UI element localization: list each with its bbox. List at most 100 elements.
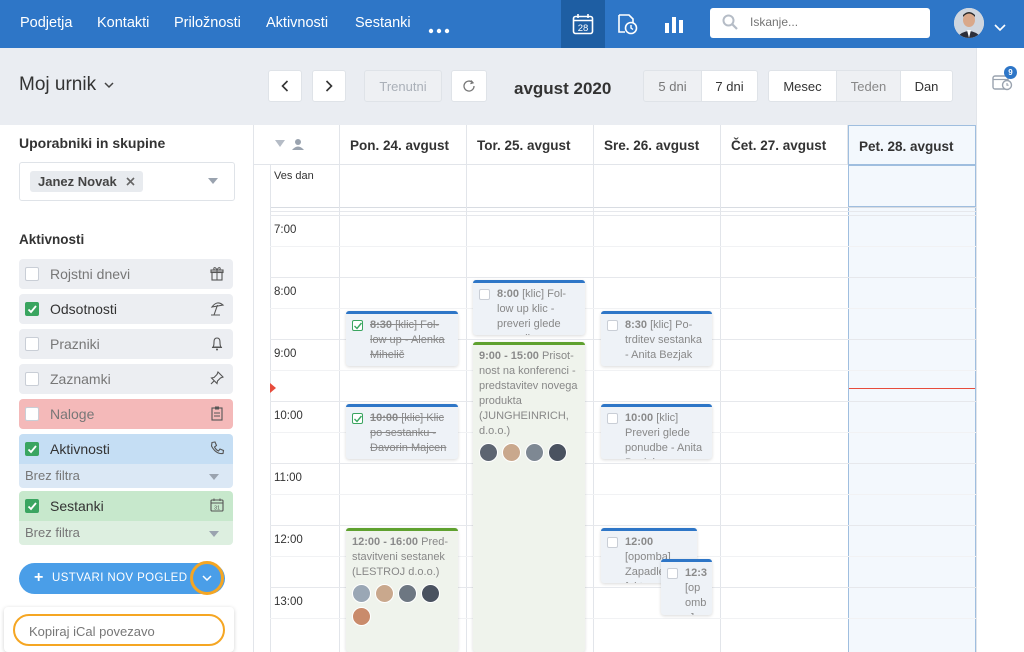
week-view-button[interactable]: Teden: [836, 70, 901, 102]
filter-label: Odsotnosti: [50, 301, 117, 317]
pin-icon: [210, 371, 224, 385]
more-menu-icon[interactable]: [428, 21, 452, 34]
filter-label: Zaznamki: [50, 371, 111, 387]
grid-line: [339, 165, 340, 652]
close-icon[interactable]: [126, 177, 135, 186]
refresh-button[interactable]: [451, 70, 487, 102]
event-time: 12:3: [685, 567, 708, 579]
checkbox-checked[interactable]: [352, 320, 363, 331]
nav-sestanki[interactable]: Sestanki: [355, 15, 411, 31]
next-button[interactable]: [312, 70, 346, 102]
checkbox[interactable]: [667, 568, 678, 579]
chevron-down-icon: [104, 82, 114, 89]
bar-chart-icon: [665, 17, 683, 33]
aktivnosti-filter-dropdown[interactable]: Brez filtra: [19, 464, 233, 488]
month-view-button[interactable]: Mesec: [768, 70, 837, 102]
current-time-line: [849, 388, 975, 389]
activities-section-title: Aktivnosti: [19, 232, 85, 247]
chevron-down-icon[interactable]: [994, 19, 1006, 37]
search-input[interactable]: [750, 15, 920, 29]
copy-ical-link-item[interactable]: Kopiraj iCal povezavo: [13, 614, 225, 646]
day-view-button[interactable]: Dan: [900, 70, 953, 102]
filter-label: Sestanki: [50, 498, 104, 514]
event-time: 8:30: [625, 319, 648, 331]
all-day-divider: [270, 207, 976, 208]
day-header-friday-today[interactable]: Pet. 28. avgust: [848, 125, 976, 165]
users-select[interactable]: Janez Novak: [19, 162, 235, 201]
avatar[interactable]: [954, 8, 984, 38]
day-header-monday[interactable]: Pon. 24. avgust: [340, 125, 467, 165]
reminders-button[interactable]: 9: [991, 66, 1017, 92]
participants: [352, 584, 452, 626]
day-header-thursday[interactable]: Čet. 27. avgust: [721, 125, 848, 165]
filter-aktivnosti[interactable]: Aktivnosti: [19, 434, 233, 464]
checkbox-checked[interactable]: [25, 302, 39, 316]
dropdown-menu: Kopiraj iCal povezavo: [4, 607, 234, 652]
filter-naloge[interactable]: Naloge: [19, 399, 233, 429]
filter-rojstni-dnevi[interactable]: Rojstni dnevi: [19, 259, 233, 289]
sestanki-filter-dropdown[interactable]: Brez filtra: [19, 521, 233, 545]
hour-label: 11:00: [274, 472, 302, 484]
today-button[interactable]: Trenutni: [364, 70, 442, 102]
document-clock-icon: [618, 14, 638, 35]
checkbox[interactable]: [25, 407, 39, 421]
phone-icon: [210, 441, 225, 455]
checkbox-checked[interactable]: [352, 413, 363, 424]
checkbox-checked[interactable]: [25, 499, 39, 513]
hour-label: 13:00: [274, 596, 303, 608]
view-selector[interactable]: Moj urnik: [19, 74, 114, 96]
nav-podjetja[interactable]: Podjetja: [20, 15, 72, 31]
user-tag: Janez Novak: [30, 171, 143, 192]
event-card[interactable]: 10:00 [klic] Klic po sestanku - Davorin …: [346, 404, 458, 459]
avatar: [502, 443, 521, 462]
event-card[interactable]: 10:00 [klic] Preveri glede ponudbe - Ani…: [601, 404, 712, 459]
checkbox[interactable]: [25, 267, 39, 281]
plus-icon: +: [34, 569, 44, 586]
nav-aktivnosti[interactable]: Aktivnosti: [266, 15, 328, 31]
chevron-left-icon: [281, 80, 289, 92]
calendar-icon: 28: [572, 14, 594, 35]
five-days-option[interactable]: 5 dni: [643, 70, 702, 102]
reports-nav-button[interactable]: [652, 0, 696, 48]
page-title: Moj urnik: [19, 74, 97, 95]
day-header-wednesday[interactable]: Sre. 26. avgust: [594, 125, 721, 165]
seven-days-option[interactable]: 7 dni: [701, 70, 758, 102]
checkbox[interactable]: [25, 372, 39, 386]
checkbox[interactable]: [479, 289, 490, 300]
grid-line: [720, 165, 721, 652]
event-card[interactable]: 8:30 [klic] Fol- low up - Alenka Mihelič: [346, 311, 458, 366]
meeting-card[interactable]: 9:00 - 15:00 Prisot- nost na konferenci …: [473, 342, 585, 652]
top-navigation-bar: Podjetja Kontakti Priložnosti Aktivnosti…: [0, 0, 1024, 48]
filter-prazniki[interactable]: Prazniki: [19, 329, 233, 359]
meeting-card[interactable]: 12:00 - 16:00 Pred- stavitveni sestanek …: [346, 528, 458, 652]
checkbox[interactable]: [607, 413, 618, 424]
right-rail: 9: [976, 48, 1024, 652]
filter-zaznamki[interactable]: Zaznamki: [19, 364, 233, 394]
today-all-day-cell: [848, 165, 976, 207]
nav-priloznosti[interactable]: Priložnosti: [174, 15, 241, 31]
create-view-dropdown-button[interactable]: [190, 561, 224, 595]
search-box[interactable]: [710, 8, 930, 38]
day-header-tuesday[interactable]: Tor. 25. avgust: [467, 125, 594, 165]
event-card[interactable]: 8:00 [klic] Fol- low up klic - preveri g…: [473, 280, 585, 335]
calendar-nav-button[interactable]: 28: [561, 0, 605, 48]
filter-odsotnosti[interactable]: Odsotnosti: [19, 294, 233, 324]
grid-line: [593, 165, 594, 652]
hour-label: 7:00: [274, 224, 297, 236]
grid-line: [270, 401, 976, 402]
checkbox[interactable]: [607, 320, 618, 331]
grid-line: [466, 165, 467, 652]
notification-badge: 9: [1004, 66, 1017, 79]
filter-sestanki[interactable]: Sestanki 31: [19, 491, 233, 521]
checkbox[interactable]: [607, 537, 618, 548]
nav-kontakti[interactable]: Kontakti: [97, 15, 149, 31]
timesheet-nav-button[interactable]: [605, 0, 649, 48]
note-card[interactable]: 12:3 [op omb a]: [661, 559, 712, 615]
checkbox-checked[interactable]: [25, 442, 39, 456]
current-time-marker-icon: [270, 383, 276, 393]
create-view-label: USTVARI NOV POGLED: [52, 572, 188, 584]
prev-button[interactable]: [268, 70, 302, 102]
checkbox[interactable]: [25, 337, 39, 351]
event-card[interactable]: 8:30 [klic] Po- trditev sestanka - Anita…: [601, 311, 712, 366]
user-filter-header[interactable]: [254, 125, 340, 165]
